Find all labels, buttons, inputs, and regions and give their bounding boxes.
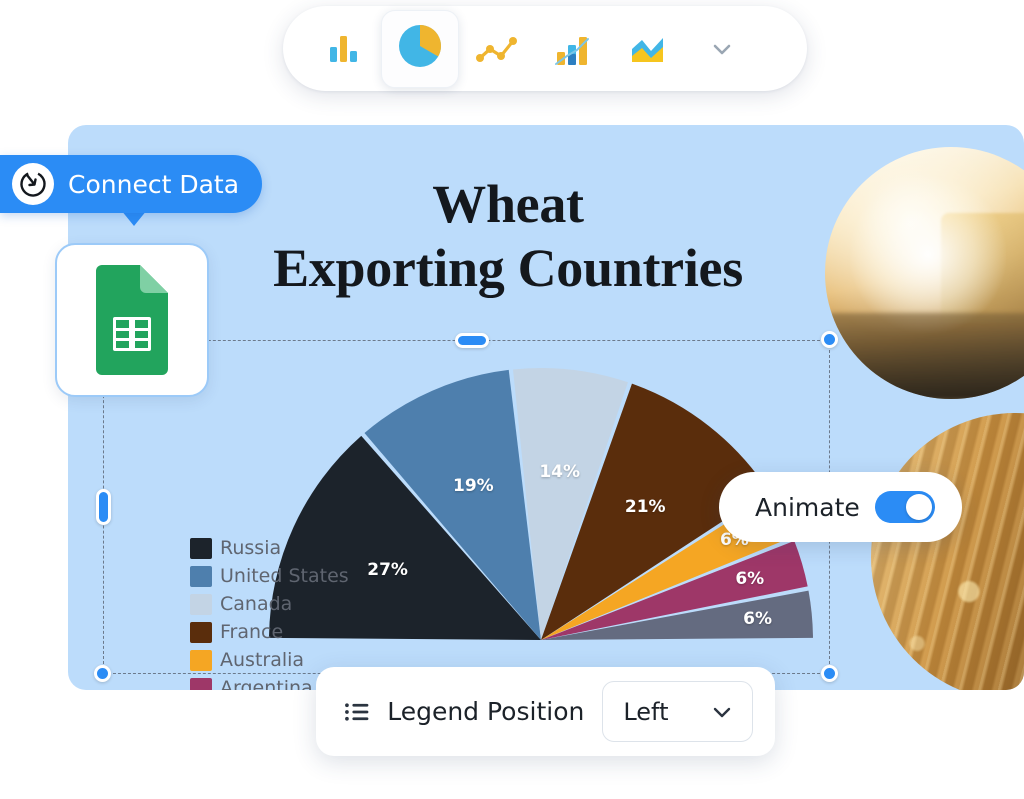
app-root: Wheat Exporting Countries 27% 19% 14% 21% 6%… [0, 0, 1024, 799]
data-source-card[interactable] [55, 243, 209, 397]
connect-data-button[interactable]: Connect Data [0, 155, 262, 213]
resize-handle-bottom-right[interactable] [821, 665, 838, 682]
legend-swatch [190, 649, 212, 671]
legend-swatch [190, 677, 212, 690]
line-chart-icon [476, 36, 517, 62]
resize-handle-bottom-left[interactable] [94, 665, 111, 682]
legend-item[interactable]: Australia [190, 649, 349, 671]
legend-swatch [190, 537, 212, 559]
animate-label: Animate [755, 492, 860, 522]
pie-slice-label: 6% [743, 609, 773, 630]
bar-chart-icon [323, 26, 363, 71]
pie-slice-label: 14% [539, 462, 581, 483]
legend-item[interactable]: Russia [190, 537, 349, 559]
legend-item[interactable]: France [190, 621, 349, 643]
legend-item-label: Russia [220, 537, 282, 559]
legend-position-control: Legend Position Left [316, 667, 775, 756]
chart-type-bar[interactable] [305, 14, 381, 84]
legend-position-label: Legend Position [387, 697, 585, 726]
animate-control: Animate [719, 472, 962, 542]
legend-item-label: Australia [220, 649, 305, 671]
pie-chart-icon [392, 18, 448, 79]
resize-handle-left-center[interactable] [96, 489, 111, 525]
legend-swatch [190, 593, 212, 615]
chart-legend[interactable]: Russia United States Canada France Australia… [190, 537, 349, 690]
pie-slice-label: 6% [735, 568, 765, 589]
chart-type-area[interactable] [611, 14, 687, 84]
legend-position-value: Left [623, 697, 669, 726]
area-chart-icon [632, 37, 663, 62]
chart-type-line[interactable] [459, 14, 535, 84]
legend-item-label: Argentina [220, 677, 313, 690]
legend-item[interactable]: United States [190, 565, 349, 587]
chart-type-pie[interactable] [381, 9, 459, 88]
legend-swatch [190, 621, 212, 643]
pie-slice-label: 27% [367, 559, 408, 580]
resize-handle-top-center[interactable] [455, 333, 489, 348]
animate-toggle[interactable] [875, 491, 935, 523]
chart-type-combo[interactable] [535, 14, 611, 84]
legend-item-label: France [220, 621, 284, 643]
animate-toggle-knob [906, 494, 932, 520]
pie-slice-label: 21% [624, 497, 666, 518]
legend-swatch [190, 565, 212, 587]
resize-handle-top-right[interactable] [821, 331, 838, 348]
chevron-down-icon [713, 707, 731, 717]
legend-item[interactable]: Canada [190, 593, 349, 615]
legend-item-label: Canada [220, 593, 293, 615]
list-icon [345, 702, 369, 721]
legend-position-select[interactable]: Left [602, 681, 753, 742]
legend-item-label: United States [220, 565, 349, 587]
google-sheets-icon [96, 265, 168, 375]
click-cursor-icon [12, 163, 54, 205]
pie-slice-label: 19% [453, 475, 494, 496]
connect-data-label: Connect Data [68, 169, 240, 199]
chevron-down-icon [713, 44, 731, 54]
chart-type-toolbar [283, 6, 807, 91]
more-chart-types-button[interactable] [687, 14, 757, 84]
combo-chart-icon [555, 36, 589, 65]
